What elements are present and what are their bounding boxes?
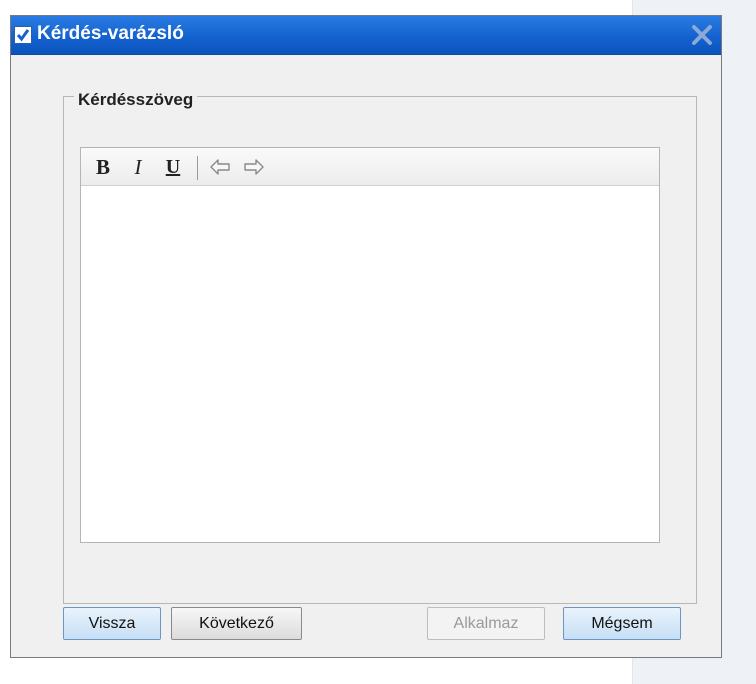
editor-toolbar: B I U <box>81 148 659 186</box>
rich-text-editor: B I U <box>80 147 660 543</box>
apply-button[interactable]: Alkalmaz <box>427 607 545 640</box>
italic-button[interactable]: I <box>126 154 150 180</box>
next-button[interactable]: Következő <box>171 607 302 640</box>
back-button[interactable]: Vissza <box>63 607 161 640</box>
dialog-title: Kérdés-varázsló <box>37 23 184 44</box>
checkbox-icon <box>14 26 32 44</box>
undo-arrow-icon[interactable] <box>207 154 231 180</box>
redo-arrow-icon[interactable] <box>241 154 265 180</box>
question-wizard-dialog: Kérdés-varázsló Kérdésszöveg B I U Vissz… <box>10 15 722 658</box>
toolbar-separator <box>197 156 198 180</box>
question-text-legend: Kérdésszöveg <box>74 90 198 110</box>
dialog-titlebar: Kérdés-varázsló <box>11 16 721 55</box>
cancel-button[interactable]: Mégsem <box>563 607 681 640</box>
close-icon[interactable] <box>689 22 715 48</box>
question-text-input[interactable] <box>81 186 659 542</box>
underline-button[interactable]: U <box>161 154 185 180</box>
bold-button[interactable]: B <box>91 154 115 180</box>
